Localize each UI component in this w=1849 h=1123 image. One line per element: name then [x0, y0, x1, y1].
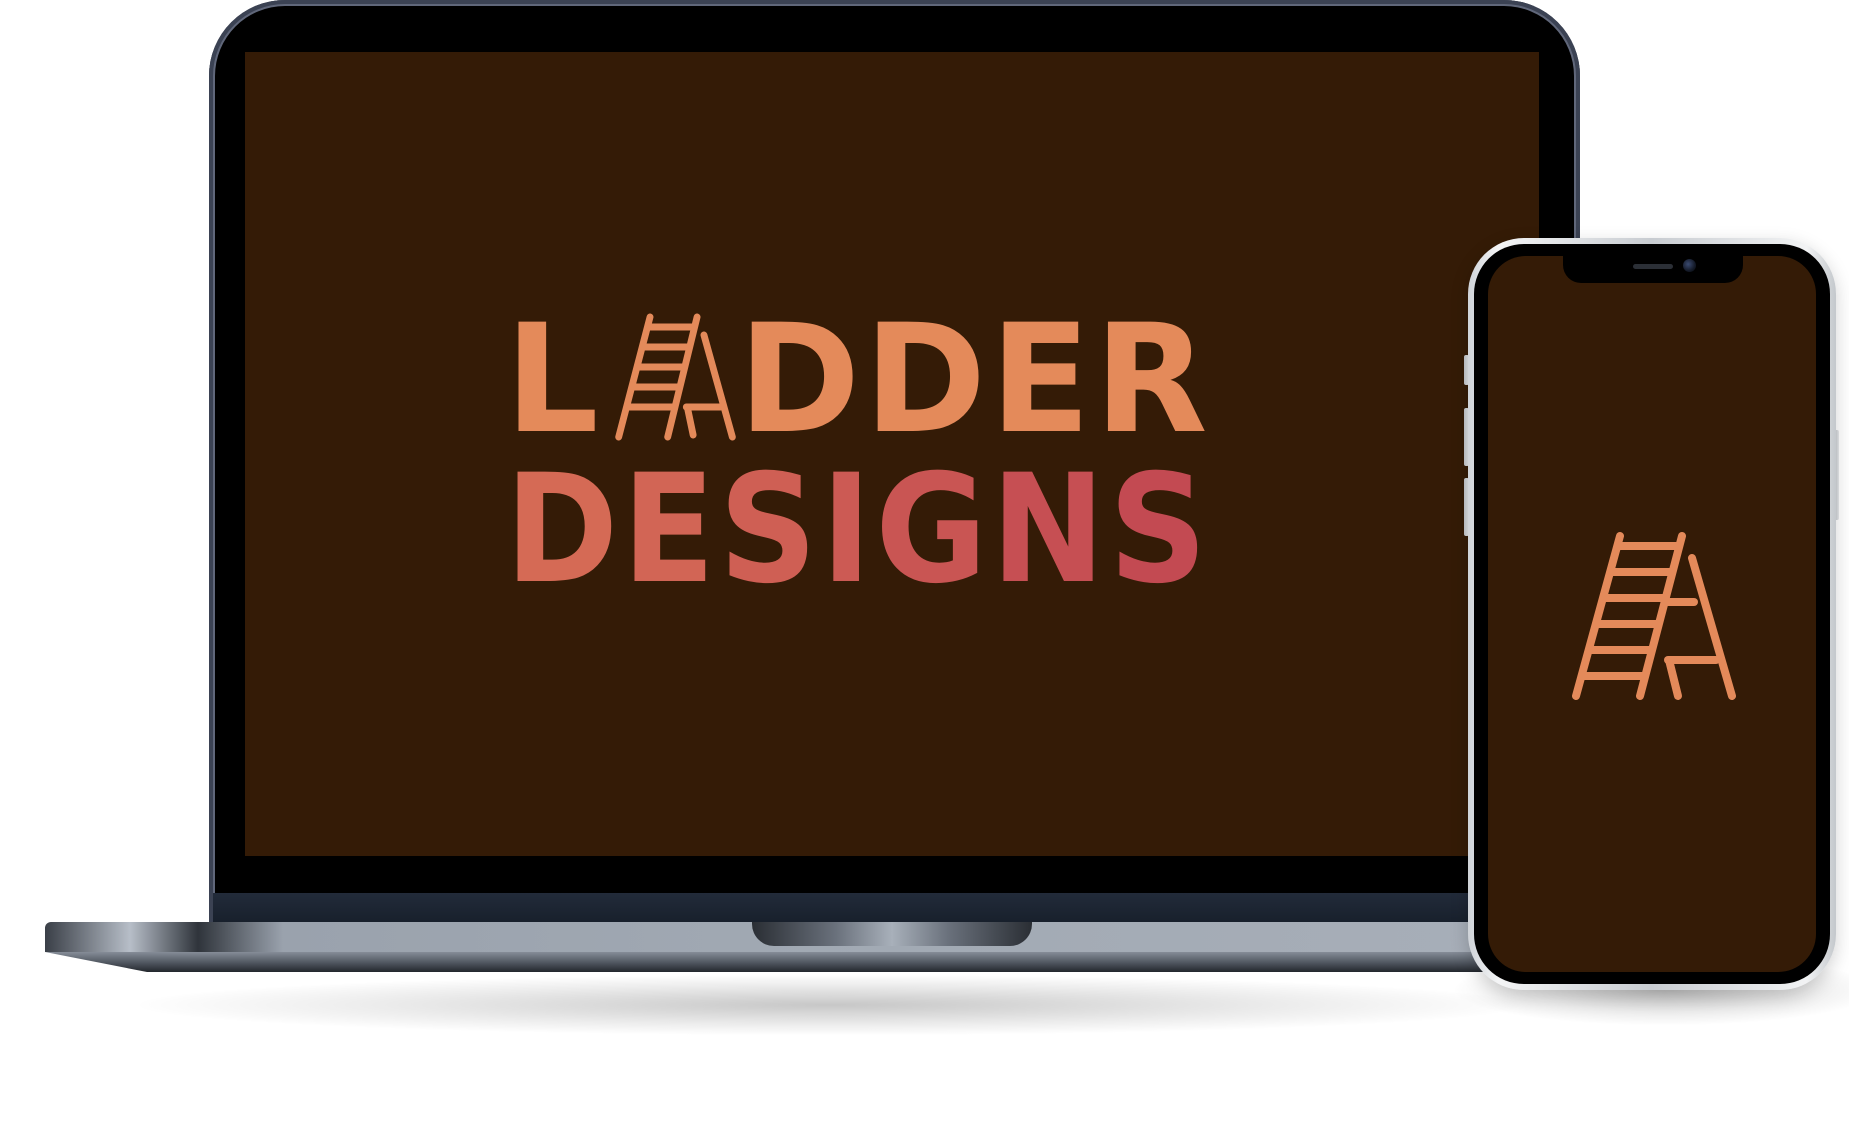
device-mockup-scene: L DDER DESIGNS	[0, 0, 1849, 1123]
ladder-icon	[1572, 532, 1736, 700]
logo-letter: I	[820, 443, 876, 617]
logo-letter-l: L	[505, 293, 603, 467]
ladder-icon	[615, 313, 736, 441]
logo-line-1: L DDER	[505, 305, 1289, 455]
logo-letter: S	[718, 443, 821, 617]
logo-letter: E	[621, 443, 719, 617]
laptop-opening-notch	[752, 922, 1032, 946]
logo-line-2: DESIGNS	[505, 455, 1233, 605]
logo-letters-dder: DDER	[738, 293, 1212, 467]
phone-camera	[1683, 259, 1696, 272]
logo-letter: N	[990, 443, 1109, 617]
laptop-hinge	[213, 893, 1576, 922]
logo-letter: S	[1108, 443, 1211, 617]
laptop-shadow	[140, 975, 1520, 1035]
phone-speaker	[1633, 264, 1673, 269]
logo-letter: G	[875, 443, 991, 617]
logo-letter: D	[505, 443, 622, 617]
brand-logo: L DDER DESIGNS	[505, 305, 1305, 605]
logo-word-designs: DESIGNS	[505, 443, 1211, 617]
